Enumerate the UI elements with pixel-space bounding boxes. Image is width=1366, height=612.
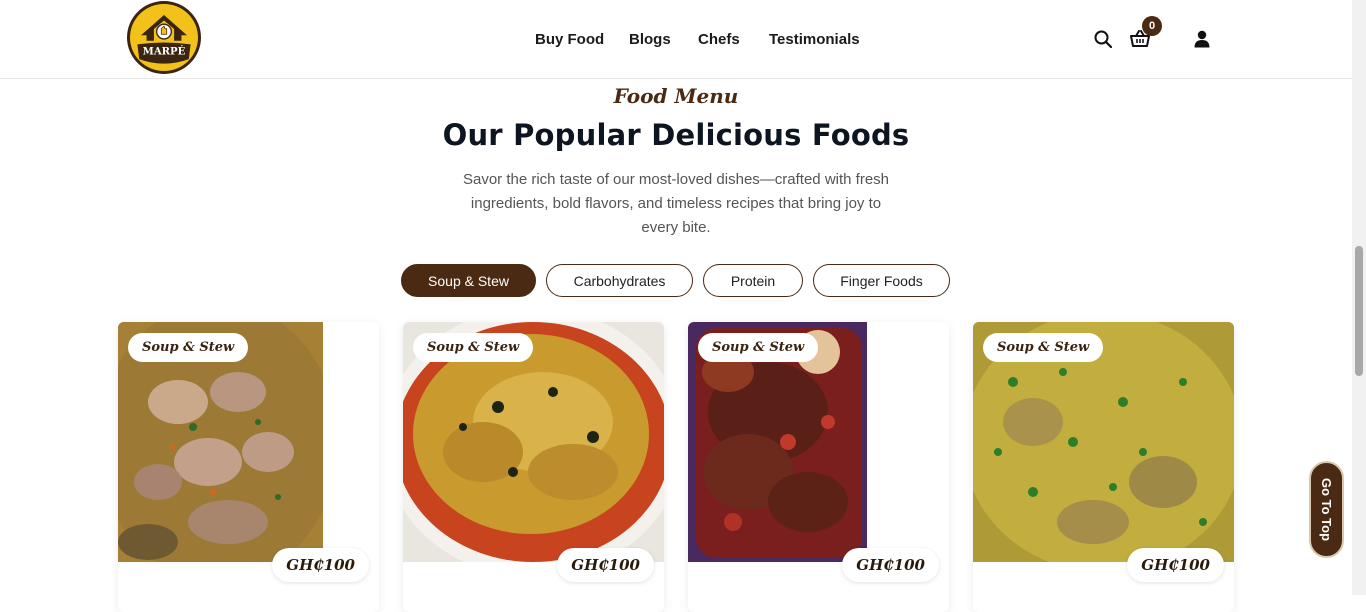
page-scrollbar[interactable] xyxy=(1352,0,1366,595)
category-badge: Soup & Stew xyxy=(128,333,249,362)
nav-testimonials[interactable]: Testimonials xyxy=(769,31,860,48)
category-badge: Soup & Stew xyxy=(983,333,1104,362)
search-icon[interactable] xyxy=(1092,28,1114,50)
tab-finger-foods[interactable]: Finger Foods xyxy=(813,264,950,297)
price-badge: GH₵100 xyxy=(272,548,369,582)
nav-buy-food[interactable]: Buy Food xyxy=(535,31,604,48)
section-title: Our Popular Delicious Foods xyxy=(442,118,910,152)
scrollbar-thumb[interactable] xyxy=(1355,246,1363,376)
go-to-top-label: Go To Top xyxy=(1319,477,1334,542)
tab-carbohydrates[interactable]: Carbohydrates xyxy=(546,264,693,297)
price-badge: GH₵100 xyxy=(1127,548,1224,582)
brand-logo[interactable]: MARPÉ xyxy=(127,1,201,74)
user-icon[interactable] xyxy=(1191,28,1213,50)
tab-soup-stew[interactable]: Soup & Stew xyxy=(401,264,536,297)
food-card[interactable]: Soup & Stew GH₵100 xyxy=(973,322,1234,612)
go-to-top-button[interactable]: Go To Top xyxy=(1309,461,1344,558)
nav-blogs[interactable]: Blogs xyxy=(629,31,671,48)
section-description: Savor the rich taste of our most-loved d… xyxy=(462,171,890,236)
food-card[interactable]: Soup & Stew GH₵100 xyxy=(403,322,664,612)
price-badge: GH₵100 xyxy=(842,548,939,582)
nav-chefs[interactable]: Chefs xyxy=(698,31,740,48)
site-header: MARPÉ Buy Food Blogs Chefs Testimonials … xyxy=(0,0,1352,79)
svg-text:MARPÉ: MARPÉ xyxy=(143,43,186,57)
tab-protein[interactable]: Protein xyxy=(703,264,803,297)
price-badge: GH₵100 xyxy=(557,548,654,582)
section-eyebrow: Food Menu xyxy=(613,84,739,108)
food-card[interactable]: Soup & Stew GH₵100 xyxy=(118,322,379,612)
category-badge: Soup & Stew xyxy=(413,333,534,362)
food-card[interactable]: Soup & Stew GH₵100 xyxy=(688,322,949,612)
category-badge: Soup & Stew xyxy=(698,333,819,362)
cart-count-badge: 0 xyxy=(1142,16,1162,36)
